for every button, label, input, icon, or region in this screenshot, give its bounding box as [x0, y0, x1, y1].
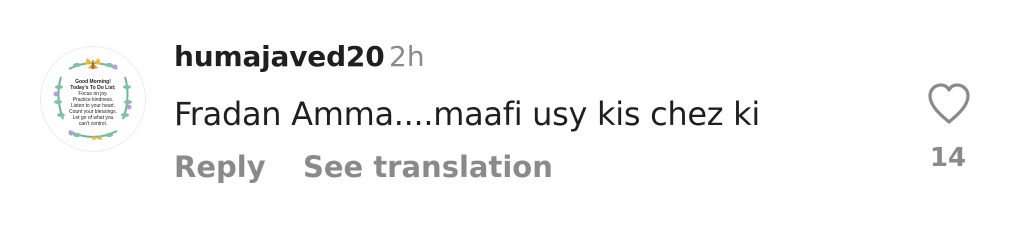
see-translation-button[interactable]: See translation: [303, 150, 553, 184]
like-count: 14: [929, 143, 967, 173]
like-button[interactable]: [926, 82, 972, 126]
avatar[interactable]: Good Morning! Today's To Do List: Focus …: [40, 46, 146, 152]
butterfly-icon: [85, 58, 101, 69]
username[interactable]: humajaved20: [174, 40, 385, 73]
reply-button[interactable]: Reply: [174, 150, 266, 184]
heart-outline-icon: [928, 83, 970, 124]
timestamp: 2h: [389, 40, 425, 73]
comment-text: Fradan Amma....maafi usy kis chez ki: [174, 95, 760, 133]
avatar-text: Good Morning! Today's To Do List: Focus …: [68, 79, 118, 127]
comment-row: Good Morning! Today's To Do List: Focus …: [0, 0, 1024, 240]
